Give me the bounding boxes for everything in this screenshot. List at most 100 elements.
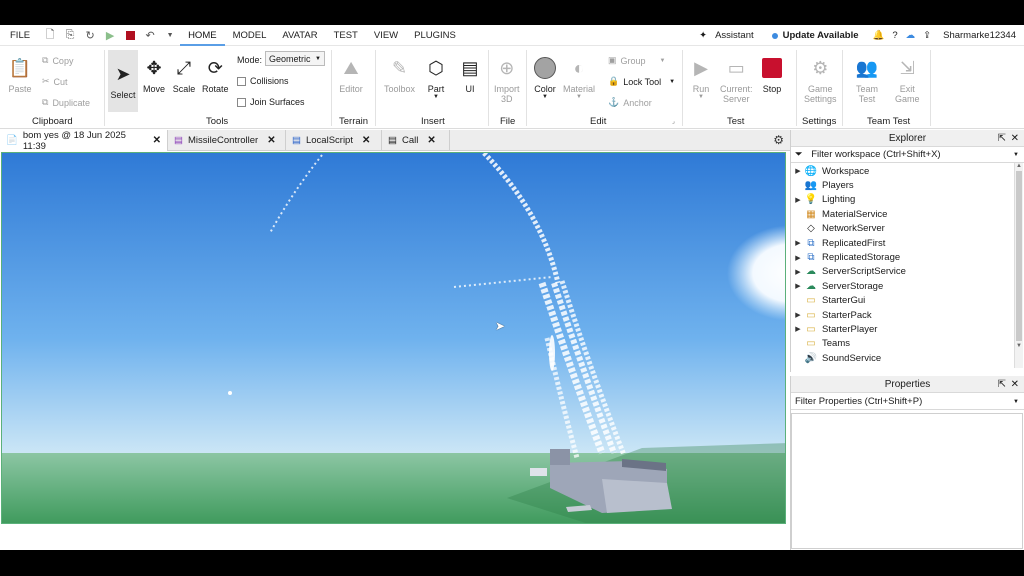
tree-item-material-service[interactable]: ▦ MaterialService	[791, 207, 1024, 221]
group-button[interactable]: ▣ Group ▼	[608, 55, 665, 66]
tab-call[interactable]: ▤ Call ✕	[382, 130, 450, 151]
game-viewport[interactable]: ➤	[1, 152, 786, 524]
tab-test[interactable]: TEST	[326, 25, 366, 46]
exit-game-button[interactable]: ⇲ Exit Game	[895, 56, 920, 105]
share-icon[interactable]: ⇪	[923, 30, 931, 41]
play-icon[interactable]: ▶	[103, 28, 117, 42]
tree-item-starter-player[interactable]: ▶ ▭ StarterPlayer	[791, 322, 1024, 336]
tab-model[interactable]: MODEL	[225, 25, 275, 46]
lock-tool-button[interactable]: 🔒 Lock Tool ▼	[608, 76, 675, 87]
copy-button[interactable]: ⧉ Copy	[42, 55, 73, 66]
close-icon[interactable]: ✕	[362, 135, 370, 146]
expand-arrow-icon[interactable]: ▶	[791, 282, 805, 290]
explorer-title: Explorer	[888, 133, 927, 144]
close-icon[interactable]: ✕	[267, 135, 275, 146]
ribbon-toolbar: 📋 Paste ⧉ Copy ✂ Cut ⧉ Duplicate Clipboard …	[0, 46, 1024, 129]
close-icon[interactable]: ✕	[1011, 376, 1019, 393]
tree-item-server-storage[interactable]: ▶ ☁ ServerStorage	[791, 279, 1024, 293]
tree-item-replicated-storage[interactable]: ▶ ⧉ ReplicatedStorage	[791, 250, 1024, 264]
game-settings-button[interactable]: ⚙ Game Settings	[804, 56, 837, 105]
ui-button[interactable]: ▤ UI	[458, 56, 482, 95]
expand-arrow-icon[interactable]: ▶	[791, 196, 805, 204]
cloud-icon[interactable]: ☁	[906, 30, 916, 41]
tree-item-lighting[interactable]: ▶ 💡 Lighting	[791, 193, 1024, 207]
current-server-button[interactable]: ▭ Current: Server	[720, 56, 753, 105]
close-icon[interactable]: ✕	[1011, 130, 1019, 147]
paste-button[interactable]: 📋 Paste	[8, 56, 32, 95]
tree-item-replicated-first[interactable]: ▶ ⧉ ReplicatedFirst	[791, 236, 1024, 250]
join-surfaces-checkbox[interactable]: Join Surfaces	[237, 97, 305, 107]
part-button[interactable]: ⬡ Part ▼	[424, 56, 448, 101]
stop-icon[interactable]	[123, 28, 137, 42]
select-tool-button[interactable]: ➤ Select	[108, 50, 138, 112]
tab-view[interactable]: VIEW	[366, 25, 406, 46]
duplicate-button[interactable]: ⧉ Duplicate	[42, 97, 90, 108]
update-available-button[interactable]: Update Available	[783, 30, 859, 41]
move-tool-button[interactable]: ✥ Move	[142, 56, 166, 95]
team-test-button[interactable]: 👥 Team Test	[855, 56, 879, 105]
close-icon[interactable]: ✕	[427, 135, 435, 146]
file-menu[interactable]: FILE	[0, 25, 40, 46]
close-icon[interactable]: ✕	[153, 135, 161, 146]
expand-arrow-icon[interactable]: ▶	[791, 268, 805, 276]
run-button[interactable]: ▶ Run ▼	[689, 56, 713, 101]
gear-icon[interactable]: ⚙	[773, 133, 784, 147]
tab-plugins[interactable]: PLUGINS	[406, 25, 464, 46]
scroll-up-icon[interactable]: ▲	[1015, 163, 1023, 169]
mode-dropdown[interactable]: Geometric ▼	[265, 51, 325, 66]
tab-avatar[interactable]: AVATAR	[274, 25, 325, 46]
tree-item-starter-pack[interactable]: ▶ ▭ StarterPack	[791, 308, 1024, 322]
tree-item-workspace[interactable]: ▶ 🌐 Workspace	[791, 164, 1024, 178]
explorer-filter-input[interactable]: ⏷ Filter workspace (Ctrl+Shift+X) ▼	[791, 147, 1024, 163]
expand-arrow-icon[interactable]: ▶	[791, 311, 805, 319]
expand-arrow-icon[interactable]: ▶	[791, 239, 805, 247]
expand-arrow-icon[interactable]: ▶	[791, 325, 805, 333]
undock-icon[interactable]: ⇱	[998, 376, 1006, 393]
toolbox-button[interactable]: ✎ Toolbox	[384, 56, 415, 95]
chevron-down-icon[interactable]: ▼	[1013, 147, 1019, 163]
expand-arrow-icon[interactable]: ▶	[791, 254, 805, 262]
scrollbar-thumb[interactable]	[1016, 171, 1022, 341]
redo-icon[interactable]: ↻	[83, 28, 97, 42]
help-icon[interactable]: ?	[892, 30, 897, 41]
chevron-down-icon[interactable]: ▼	[163, 28, 177, 42]
chevron-down-icon: ▼	[433, 94, 439, 100]
tab-place[interactable]: 📄 bom yes @ 18 Jun 2025 11:39 ✕	[0, 130, 168, 152]
explorer-scrollbar[interactable]: ▲ ▼	[1014, 163, 1023, 368]
divider	[104, 50, 105, 126]
username[interactable]: Sharmarke12344	[943, 30, 1016, 41]
notification-icon[interactable]: 🔔	[873, 30, 885, 41]
terrain-editor-button[interactable]: ⛰ Editor	[339, 56, 363, 95]
import-3d-button[interactable]: ⊕ Import 3D	[494, 56, 520, 105]
open-file-icon[interactable]: ⎘	[63, 28, 77, 42]
tree-item-starter-gui[interactable]: ▭ StarterGui	[791, 294, 1024, 308]
stop-icon	[760, 56, 784, 80]
scale-tool-button[interactable]: ⤢ Scale	[172, 56, 196, 95]
rotate-tool-button[interactable]: ⟳ Rotate	[202, 56, 229, 95]
stop-button[interactable]: Stop	[760, 56, 784, 94]
chevron-down-icon[interactable]: ▼	[1013, 394, 1019, 410]
tree-item-teams[interactable]: ▭ Teams	[791, 337, 1024, 351]
undock-icon[interactable]: ⇱	[998, 130, 1006, 147]
scroll-down-icon[interactable]: ▼	[1015, 343, 1023, 349]
collisions-label: Collisions	[250, 76, 289, 86]
tree-item-sound-service[interactable]: 🔊 SoundService	[791, 351, 1024, 365]
tree-item-server-script-service[interactable]: ▶ ☁ ServerScriptService	[791, 265, 1024, 279]
assistant-button[interactable]: Assistant	[715, 30, 754, 41]
collisions-checkbox[interactable]: Collisions	[237, 76, 289, 86]
tree-item-players[interactable]: 👥 Players	[791, 178, 1024, 192]
tab-local-script[interactable]: ▤ LocalScript ✕	[286, 130, 382, 151]
expand-icon[interactable]: ⌟	[672, 118, 675, 125]
expand-arrow-icon[interactable]: ▶	[791, 167, 805, 175]
material-button[interactable]: ◐ Material ▼	[563, 56, 595, 101]
tab-missile-controller[interactable]: ▤ MissileController ✕	[168, 130, 286, 151]
cut-button[interactable]: ✂ Cut	[42, 76, 68, 87]
tree-item-network-server[interactable]: ◇ NetworkServer	[791, 222, 1024, 236]
color-button[interactable]: Color ▼	[533, 56, 557, 100]
divider	[526, 50, 527, 126]
undo-icon[interactable]: ↶	[143, 28, 157, 42]
new-file-icon[interactable]: 🗋	[43, 28, 57, 42]
anchor-button[interactable]: ⚓ Anchor	[608, 97, 652, 108]
properties-filter-input[interactable]: Filter Properties (Ctrl+Shift+P) ▼	[791, 394, 1024, 410]
tab-home[interactable]: HOME	[180, 25, 225, 46]
